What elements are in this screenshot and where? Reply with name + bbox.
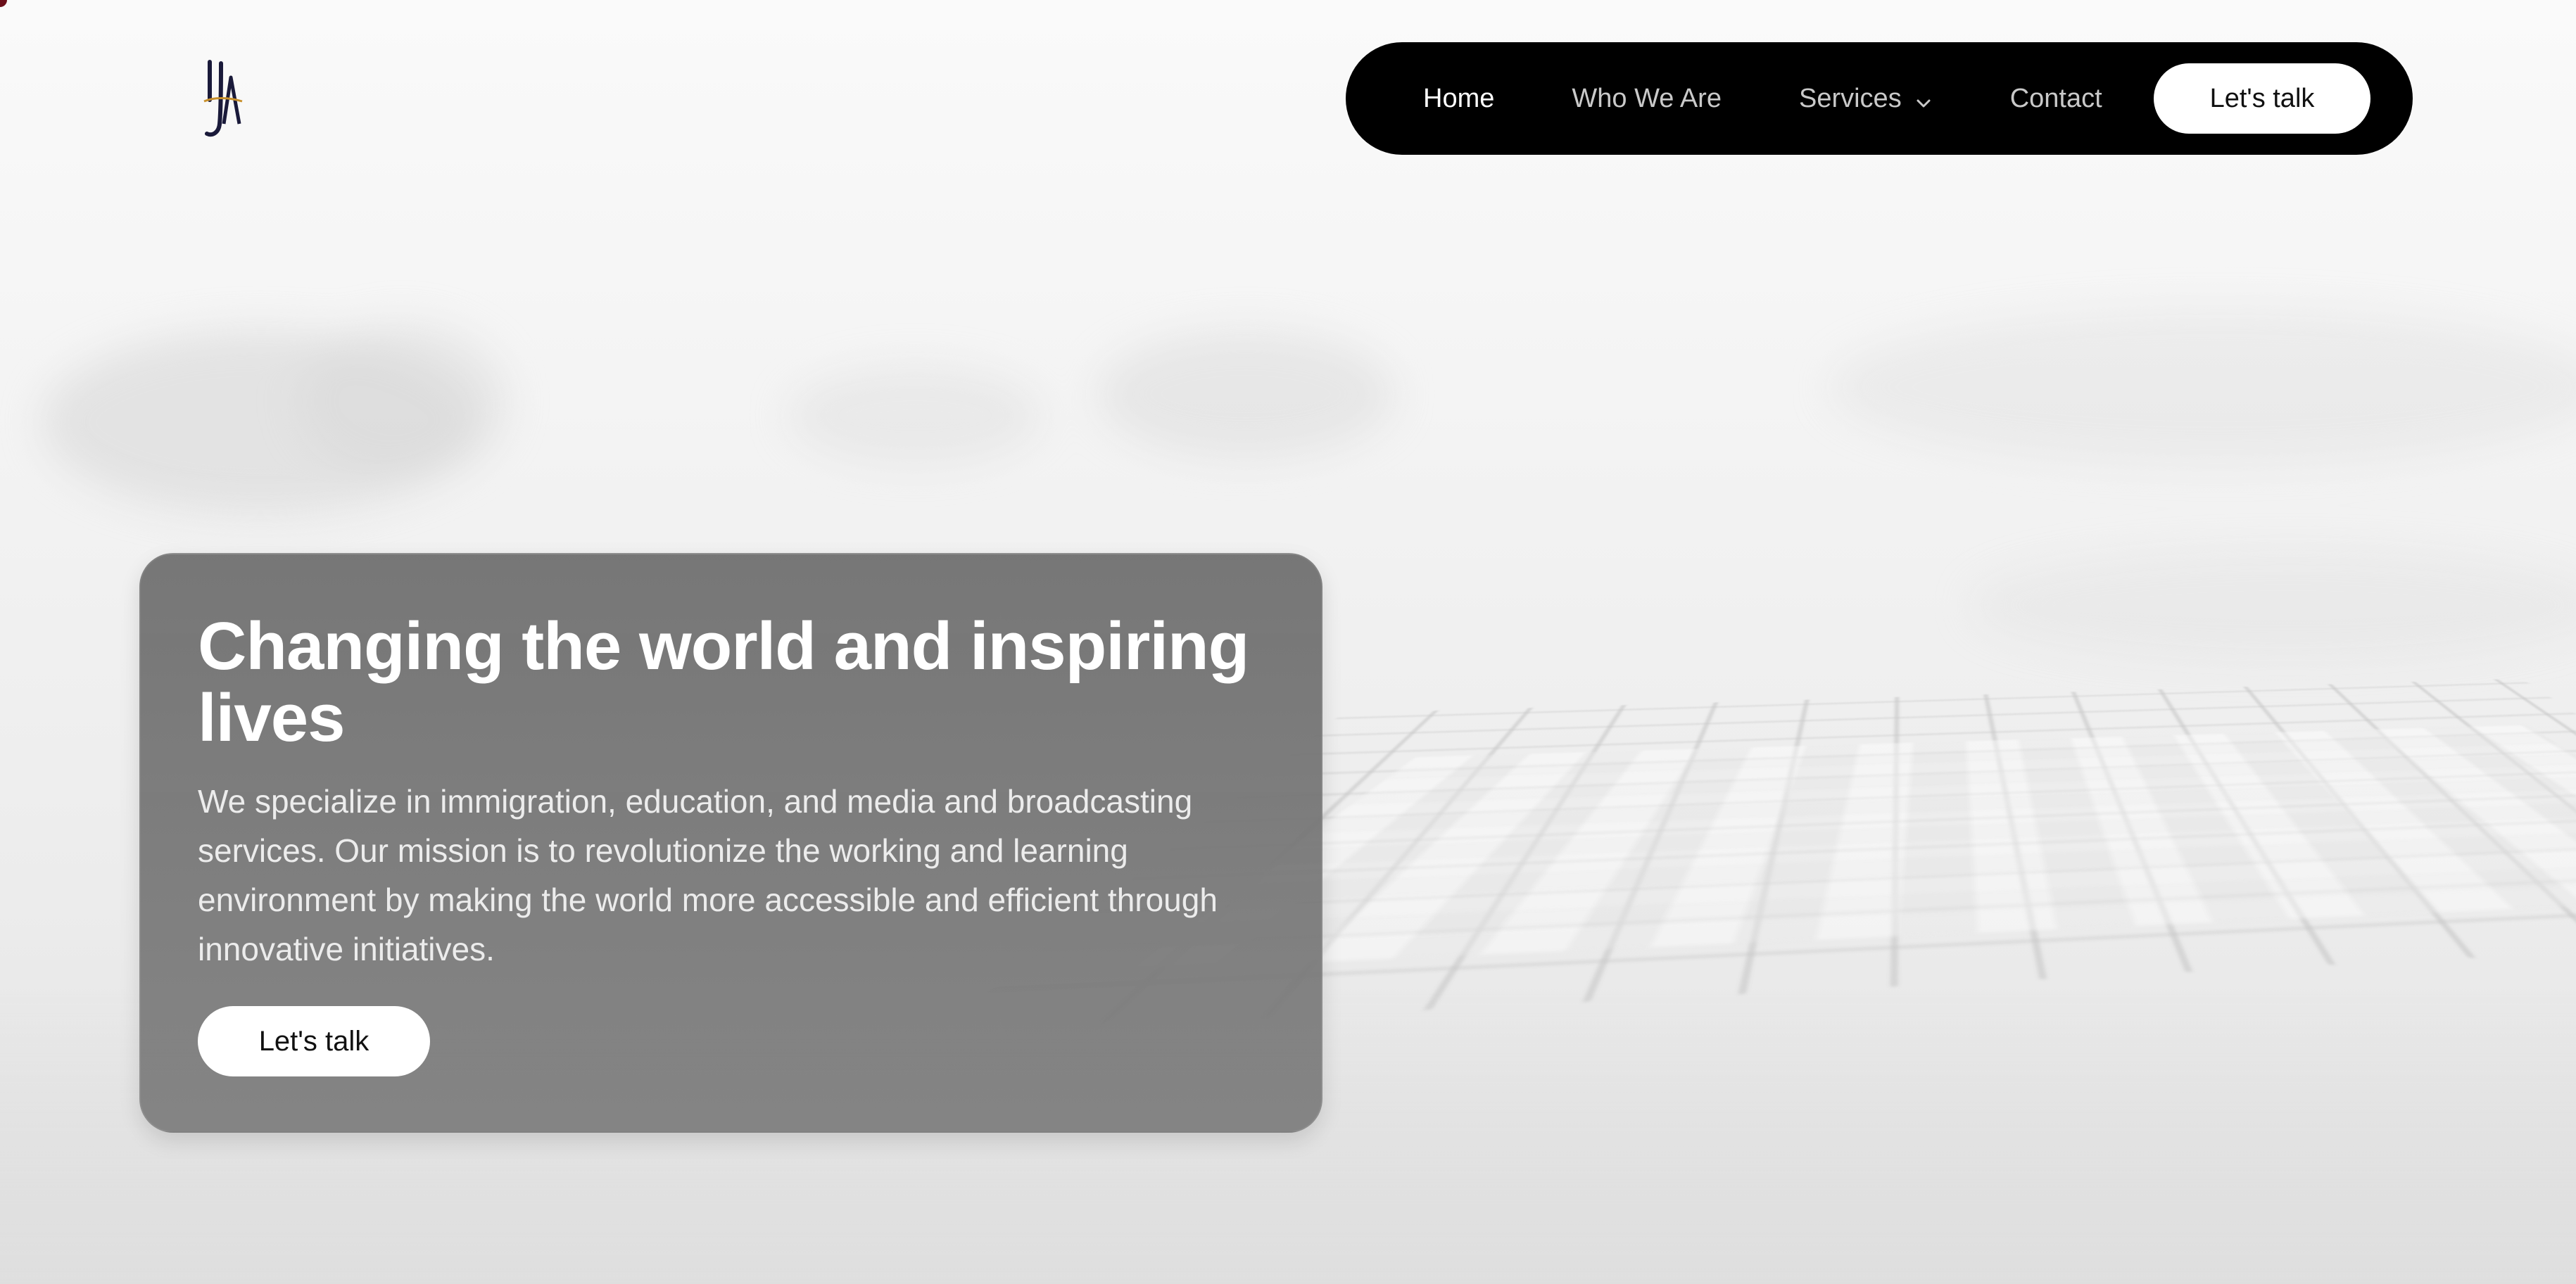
nav-item-services[interactable]: Services (1799, 84, 1933, 114)
nav-item-label: Who We Are (1572, 83, 1722, 113)
nav-item-contact[interactable]: Contact (2010, 84, 2102, 114)
lets-talk-hero-button[interactable]: Let's talk (198, 1006, 430, 1076)
hero-title: Changing the world and inspiring lives (198, 609, 1249, 756)
nav-item-label: Contact (2009, 83, 2102, 113)
lets-talk-nav-button[interactable]: Let's talk (2154, 63, 2370, 134)
logo-mark (203, 60, 243, 137)
main-navigation: Home Who We Are Services Contact Let's t… (1346, 42, 2413, 155)
nav-item-label: Home (1423, 83, 1495, 113)
ija-logo-icon[interactable] (200, 56, 245, 141)
nav-item-who-we-are[interactable]: Who We Are (1572, 84, 1722, 114)
hero-description: We specialize in immigration, education,… (198, 783, 1218, 967)
nav-item-home[interactable]: Home (1423, 84, 1494, 114)
hero-card: Changing the world and inspiring lives W… (139, 553, 1322, 1133)
nav-item-label: Services (1798, 83, 1902, 113)
chevron-down-icon (1914, 89, 1933, 108)
